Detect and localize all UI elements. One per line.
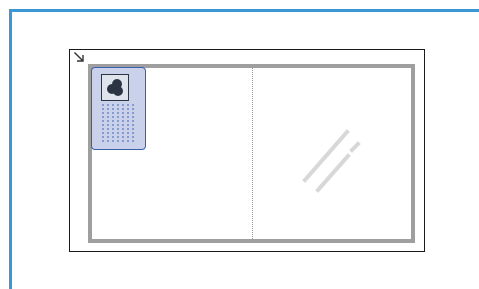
scanner-illustration bbox=[69, 49, 425, 252]
corner-arrow-icon bbox=[74, 52, 84, 62]
picture-icon bbox=[107, 79, 123, 96]
frame-top-rule bbox=[9, 9, 479, 12]
frame-left-rule bbox=[9, 9, 12, 289]
document-image bbox=[101, 74, 129, 101]
glass-center-line bbox=[252, 68, 253, 239]
glass-reflection bbox=[302, 129, 361, 193]
document-text-lines bbox=[102, 104, 134, 144]
original-document bbox=[91, 67, 146, 150]
